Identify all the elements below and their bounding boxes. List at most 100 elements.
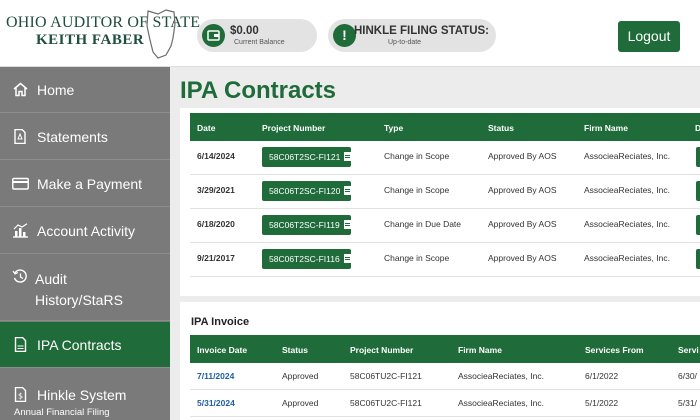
balance-amount: $0.00 [230,25,259,37]
svg-text:$: $ [18,392,23,401]
contract-date: 9/21/2017 [197,253,235,263]
document-icon [344,152,352,161]
project-number-button[interactable]: 58C06T2SC-FI120 [262,181,352,201]
contract-type: Change in Scope [384,253,450,263]
contract-date: 6/18/2020 [197,219,235,229]
document-icon [343,254,351,263]
contract-type: Change in Scope [384,151,450,161]
table-row: 7/11/2024 Approved 58C06TU2C-FI121 Assoc… [190,363,700,390]
balance-pill[interactable]: $0.00 Current Balance [197,19,317,52]
sidebar-item-label: Statements [37,129,108,145]
page-title: IPA Contracts [180,77,337,104]
firm-name: AssocieaReciates, Inc. [584,219,670,229]
project-number-button[interactable]: 58C06T2SC-FI116 [262,249,351,269]
filing-status-pill[interactable]: ! HINKLE FILING STATUS: Up-to-date [328,19,496,52]
contract-type: Change in Due Date [384,219,462,229]
sidebar-item-audit-history[interactable]: Audit History/StaRS [0,255,170,321]
contract-type: Change in Scope [384,185,450,195]
main-content: IPA Contracts Date Project Number Type S… [170,67,700,420]
logout-button[interactable]: Logout [618,21,680,52]
firm-name: AssocieaReciates, Inc. [584,253,670,263]
invoice-date-link[interactable]: 7/11/2024 [197,371,234,381]
column-header: Services From [585,345,644,355]
project-number-label: 58C06T2SC-FI120 [269,186,341,196]
sidebar-item-home[interactable]: Home [0,67,170,113]
sidebar-item-label: Make a Payment [37,176,143,192]
sidebar-item-statements[interactable]: Statements [0,114,170,160]
firm-name: AssocieaReciates, Inc. [458,398,544,408]
project-number-button[interactable]: 58C06T2SC-FI119 [262,215,351,235]
table-row: 3/29/2021 58C06T2SC-FI120 Change in Scop… [190,175,700,209]
sidebar-item-label: Hinkle System [37,387,127,403]
invoice-status: Approved [282,398,319,408]
project-number-label: 58C06T2SC-FI116 [269,254,340,264]
invoice-status: Approved [282,371,319,381]
contract-status: Approved By AOS [488,185,557,195]
contract-status: Approved By AOS [488,219,557,229]
contract-status: Approved By AOS [488,253,557,263]
row-action-button[interactable] [696,249,700,269]
project-number-button[interactable]: 58C06T2SC-FI121 [262,147,352,167]
invoice-date-link[interactable]: 5/31/2024 [197,398,235,408]
contract-status: Approved By AOS [488,151,557,161]
table-row: 6/18/2020 58C06T2SC-FI119 Change in Due … [190,209,700,243]
row-action-button[interactable] [696,147,700,167]
document-icon [343,220,351,229]
column-header: Project Number [350,345,414,355]
contracts-card: Date Project Number Type Status Firm Nam… [180,108,700,296]
column-header: Firm Name [458,345,502,355]
services-from: 6/1/2022 [585,371,619,381]
document-icon [14,337,27,352]
history-icon [12,269,27,283]
column-header: Date [197,123,216,133]
services-from: 5/1/2022 [585,398,619,408]
header: OHIO AUDITOR OF STATE KEITH FABER $0.00 … [0,0,700,67]
row-action-button[interactable] [696,215,700,235]
sidebar-item-hinkle-system[interactable]: $ Hinkle System Annual Financial Filing [0,369,170,420]
sidebar-item-ipa-contracts[interactable]: IPA Contracts [0,322,170,368]
column-header: Servi [678,345,699,355]
table-row: 5/31/2024 Approved 58C06TU2C-FI121 Assoc… [190,390,700,417]
column-header: D [695,123,700,133]
balance-label: Current Balance [234,39,285,46]
invoice-project-number: 58C06TU2C-FI121 [350,398,422,408]
services-to: 5/31/ [678,398,697,408]
document-dollar-icon: $ [14,387,27,402]
column-header: Type [384,123,404,133]
home-icon [13,82,28,97]
table-row: 9/21/2017 58C06T2SC-FI116 Change in Scop… [190,243,700,277]
column-header: Firm Name [584,123,628,133]
invoice-table-header: Invoice Date Status Project Number Firm … [190,335,700,363]
invoice-project-number: 58C06TU2C-FI121 [350,371,422,381]
invoice-section-title: IPA Invoice [191,316,250,328]
contract-date: 6/14/2024 [197,151,235,161]
sidebar-item-label: Audit History/StaRS [35,271,123,308]
row-action-button[interactable] [696,181,700,201]
firm-name: AssocieaReciates, Inc. [584,151,670,161]
sidebar-item-label: IPA Contracts [37,337,122,353]
logo-name: KEITH FABER [36,32,145,48]
services-to: 6/30/ [678,371,697,381]
ohio-map-icon [146,9,176,59]
filing-status-title: HINKLE FILING STATUS: [354,25,490,37]
sidebar-item-account-activity[interactable]: Account Activity [0,208,170,254]
exclamation-icon: ! [333,24,356,47]
sidebar-item-label: Account Activity [37,223,136,239]
project-number-label: 58C06T2SC-FI119 [269,220,340,230]
auditor-logo[interactable]: OHIO AUDITOR OF STATE KEITH FABER [6,8,200,60]
sidebar-item-label: Home [37,82,75,98]
sidebar-item-make-payment[interactable]: Make a Payment [0,161,170,207]
column-header: Status [488,123,514,133]
column-header: Status [282,345,308,355]
wallet-icon [202,24,225,47]
sidebar: Home Statements Make a Payment Account A… [0,67,170,420]
invoice-card: IPA Invoice Invoice Date Status Project … [180,302,700,420]
table-row: 6/14/2024 58C06T2SC-FI121 Change in Scop… [190,141,700,175]
pdf-icon [14,129,26,144]
credit-card-icon [12,177,29,190]
column-header: Invoice Date [197,345,248,355]
project-number-label: 58C06T2SC-FI121 [269,152,341,162]
firm-name: AssocieaReciates, Inc. [584,185,670,195]
contracts-table-header: Date Project Number Type Status Firm Nam… [190,113,700,141]
sidebar-item-sublabel: Annual Financial Filing [14,407,110,418]
